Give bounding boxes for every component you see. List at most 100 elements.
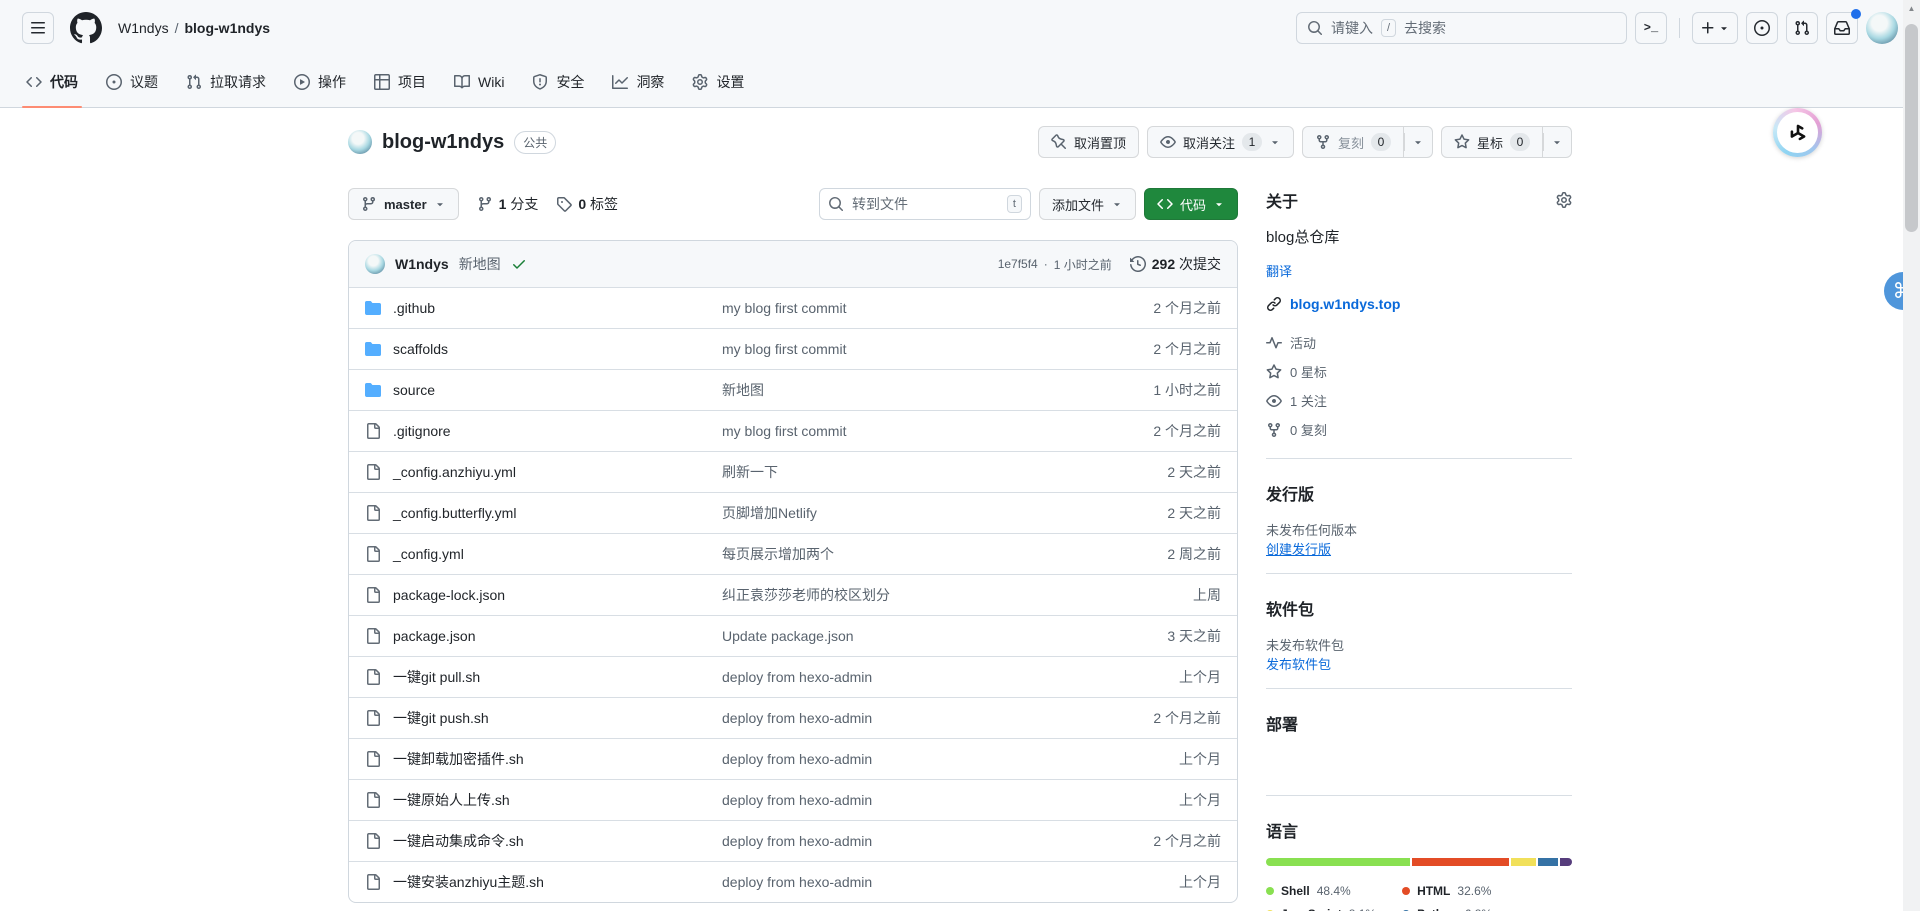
about-meta-item[interactable]: 1 关注 [1266,386,1572,415]
repo-owner-avatar[interactable] [348,130,372,154]
file-commit-message-link[interactable]: deploy from hexo-admin [722,874,1091,890]
git-branch-icon [477,196,493,212]
chevron-down-icon [434,198,446,210]
file-name-link[interactable]: package.json [393,628,476,644]
global-search-input[interactable]: 请键入 / 去搜索 [1296,12,1627,44]
fork-dropdown-button[interactable] [1404,126,1433,158]
about-meta-item[interactable]: 0 复刻 [1266,415,1572,444]
repo-nav-tab[interactable]: 议题 [92,56,172,107]
file-name-link[interactable]: .github [393,300,435,316]
file-commit-message-link[interactable]: my blog first commit [722,341,1091,357]
fork-button[interactable]: 复刻 0 [1302,126,1404,158]
file-commit-message-link[interactable]: deploy from hexo-admin [722,792,1091,808]
create-new-button[interactable] [1692,12,1738,44]
language-bar-segment [1412,858,1509,866]
file-commit-message-link[interactable]: 纠正袁莎莎老师的校区划分 [722,585,1091,605]
unwatch-button[interactable]: 取消关注 1 [1147,126,1294,158]
file-commit-message-link[interactable]: my blog first commit [722,300,1091,316]
commit-sha[interactable]: 1e7f5f4 [998,257,1038,271]
about-meta-item[interactable]: 0 星标 [1266,357,1572,386]
browser-scrollbar[interactable]: ▲ [1903,0,1920,911]
go-to-file-placeholder: 转到文件 [852,194,908,214]
user-avatar[interactable] [1866,12,1898,44]
file-commit-message-link[interactable]: 新地图 [722,380,1091,400]
scrollbar-up-arrow[interactable]: ▲ [1903,0,1920,16]
branch-selector[interactable]: master [348,188,459,220]
your-issues-button[interactable] [1746,12,1778,44]
language-legend-item[interactable]: JavaScript 8.1% [1266,907,1376,911]
file-name-link[interactable]: _config.butterfly.yml [393,505,516,521]
unpin-button[interactable]: 取消置顶 [1038,126,1139,158]
commit-message[interactable]: 新地图 [459,254,501,274]
go-to-file-input[interactable]: 转到文件 t [819,188,1031,220]
command-palette-button[interactable]: >_ [1635,12,1667,44]
commit-author[interactable]: W1ndys [395,256,449,272]
notifications-wrap [1826,12,1858,44]
add-file-button[interactable]: 添加文件 [1039,188,1136,220]
file-commit-message-link[interactable]: Update package.json [722,628,1091,644]
commit-author-avatar[interactable] [365,254,385,274]
your-pull-requests-button[interactable] [1786,12,1818,44]
repo-nav-tab[interactable]: 拉取请求 [172,56,280,107]
file-commit-message-link[interactable]: 刷新一下 [722,462,1091,482]
github-logo[interactable] [70,12,102,44]
file-name-link[interactable]: 一键启动集成命令.sh [393,831,524,851]
tags-link[interactable]: 0 标签 [556,194,618,214]
language-color-dot [1402,887,1410,895]
repo-nav-tab[interactable]: 安全 [518,56,598,107]
star-dropdown-button[interactable] [1543,126,1572,158]
code-dropdown-button[interactable]: 代码 [1144,188,1238,220]
commits-label: 次提交 [1179,256,1221,272]
language-legend-item[interactable]: Python 6.8% [1402,907,1492,911]
file-name-link[interactable]: 一键git pull.sh [393,667,480,687]
breadcrumb-owner[interactable]: W1ndys [118,20,169,36]
edit-about-gear-button[interactable] [1556,192,1572,208]
repo-nav-tab[interactable]: Wiki [440,56,518,107]
create-release-link[interactable]: 创建发行版 [1266,542,1331,557]
file-name-link[interactable]: package-lock.json [393,587,505,603]
file-name-link[interactable]: 一键卸载加密插件.sh [393,749,524,769]
file-commit-message-link[interactable]: 每页展示增加两个 [722,544,1091,564]
file-commit-message-link[interactable]: deploy from hexo-admin [722,669,1091,685]
commit-status-check-icon[interactable] [511,256,527,272]
file-commit-message-link[interactable]: deploy from hexo-admin [722,710,1091,726]
file-commit-message-link[interactable]: 页脚增加Netlify [722,503,1091,523]
branches-link[interactable]: 1 分支 [477,194,539,214]
star-button-group: 星标 0 [1441,126,1572,158]
file-name-link[interactable]: _config.anzhiyu.yml [393,464,516,480]
file-name-link[interactable]: 一键git push.sh [393,708,489,728]
commit-history-link[interactable]: 292 次提交 [1130,254,1221,274]
commit-time[interactable]: 1 小时之前 [1054,256,1112,273]
breadcrumb-repo[interactable]: blog-w1ndys [184,20,270,36]
repo-website-link[interactable]: blog.w1ndys.top [1290,296,1400,312]
language-legend-item[interactable]: Shell 48.4% [1266,884,1376,898]
language-legend-item[interactable]: HTML 32.6% [1402,884,1492,898]
extension-floating-widget[interactable] [1773,108,1822,157]
meta-item-label: 0 星标 [1290,362,1327,381]
repo-nav-tab[interactable]: 设置 [678,56,758,107]
file-name-link[interactable]: scaffolds [393,341,448,357]
repo-nav-tab[interactable]: 洞察 [598,56,678,107]
repo-title[interactable]: blog-w1ndys [382,131,504,154]
file-commit-message-link[interactable]: my blog first commit [722,423,1091,439]
language-name: Python [1417,907,1458,911]
file-commit-message-link[interactable]: deploy from hexo-admin [722,751,1091,767]
translate-link[interactable]: 翻译 [1266,261,1292,280]
languages-bar[interactable] [1266,858,1572,866]
repo-nav-tab[interactable]: 项目 [360,56,440,107]
repo-nav-tab[interactable]: 代码 [12,56,92,107]
publish-package-link[interactable]: 发布软件包 [1266,657,1331,672]
scrollbar-thumb[interactable] [1905,24,1918,232]
file-name-link[interactable]: _config.yml [393,546,464,562]
file-name-link[interactable]: .gitignore [393,423,451,439]
file-row: .github my blog first commit 2 个月之前 [349,287,1237,328]
header-actions: 请键入 / 去搜索 >_ [1296,12,1898,44]
hamburger-menu-button[interactable] [22,12,54,44]
file-name-link[interactable]: 一键安装anzhiyu主题.sh [393,872,544,892]
about-meta-item[interactable]: 活动 [1266,328,1572,357]
star-button[interactable]: 星标 0 [1441,126,1543,158]
file-commit-message-link[interactable]: deploy from hexo-admin [722,833,1091,849]
repo-nav-tab[interactable]: 操作 [280,56,360,107]
file-name-link[interactable]: source [393,382,435,398]
file-name-link[interactable]: 一键原始人上传.sh [393,790,510,810]
